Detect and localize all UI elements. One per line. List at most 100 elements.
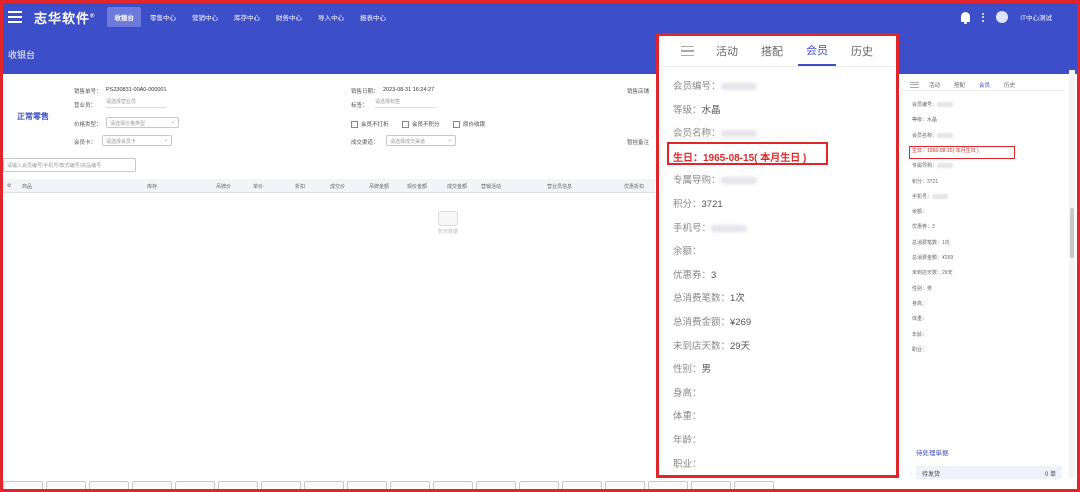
checkbox-box[interactable] xyxy=(402,120,409,128)
page-header: 收银台 xyxy=(0,34,1080,74)
tab[interactable]: 搭配 xyxy=(761,37,783,65)
member-field-row: 总消费笔数：1次 xyxy=(673,290,745,304)
column-header: 吊牌金额 xyxy=(369,184,390,190)
column-header: 优惠折扣 xyxy=(624,184,645,190)
deal-source-select[interactable]: 请选择成交渠道 ⌄ xyxy=(386,135,456,146)
bottom-action-button[interactable] xyxy=(175,481,215,491)
bottom-action-button[interactable] xyxy=(433,481,473,491)
field-label: 会员名称： xyxy=(912,132,938,139)
checkbox-no-discount[interactable]: 会员不打折 xyxy=(351,120,389,128)
column-header: 库存 xyxy=(147,184,158,190)
checkbox-no-points[interactable]: 会员不积分 xyxy=(402,120,440,128)
bottom-action-button[interactable] xyxy=(46,481,86,491)
price-type-select[interactable]: 请选择价格类型 ⌄ xyxy=(106,117,179,128)
column-header: 成交金额 xyxy=(447,184,468,190)
nav-item[interactable]: 零售中心 xyxy=(143,7,183,27)
field-label: 总消费笔数： xyxy=(673,293,731,305)
more-vertical-icon[interactable] xyxy=(982,12,985,22)
sale-no-label: 销售单号： xyxy=(74,89,102,95)
chevron-down-icon: ⌄ xyxy=(170,119,175,125)
price-type-placeholder: 请选择价格类型 xyxy=(110,121,146,127)
bell-icon[interactable] xyxy=(961,12,971,24)
nav-item[interactable]: 库存中心 xyxy=(227,7,267,27)
field-label: 手机号： xyxy=(912,193,933,200)
deal-source-label: 成交渠道： xyxy=(351,140,379,146)
bottom-action-button[interactable] xyxy=(132,481,172,491)
field-label: 等级： xyxy=(673,104,702,116)
bottom-action-button[interactable] xyxy=(218,481,258,491)
page-title: 收银台 xyxy=(8,50,36,60)
avatar[interactable] xyxy=(996,11,1009,23)
bottom-action-button[interactable] xyxy=(519,481,559,491)
brand-logo: 志华软件® xyxy=(34,8,95,27)
tab[interactable]: 会员 xyxy=(979,81,990,89)
tag-select[interactable]: 请选择标签 xyxy=(375,98,435,108)
bottom-action-button[interactable] xyxy=(605,481,645,491)
tab[interactable]: 历史 xyxy=(851,37,873,65)
bottom-action-button[interactable] xyxy=(347,481,387,491)
member-field-row: 手机号： xyxy=(912,193,949,200)
nav-item[interactable]: 报表中心 xyxy=(353,7,393,27)
redacted-value xyxy=(937,163,954,169)
hamburger-menu-icon[interactable] xyxy=(8,11,22,23)
tab[interactable]: 历史 xyxy=(1004,81,1015,89)
tab[interactable]: 活动 xyxy=(929,81,940,89)
tab[interactable]: 活动 xyxy=(716,37,738,65)
member-field-row: 优惠券：3 xyxy=(912,223,935,230)
bottom-action-button[interactable] xyxy=(562,481,602,491)
nav-item[interactable]: 导入中心 xyxy=(311,7,351,27)
sale-date-label: 销售日期： xyxy=(351,89,379,95)
bottom-action-button[interactable] xyxy=(3,481,43,491)
bottom-action-button[interactable] xyxy=(691,481,731,491)
field-label: 体重： xyxy=(912,316,928,323)
brand-name: 志华软件 xyxy=(34,10,91,26)
scrollbar-track[interactable] xyxy=(1069,70,1075,478)
column-header: 商品 xyxy=(22,184,33,190)
list-menu-icon[interactable] xyxy=(681,45,694,57)
deal-source-placeholder: 请选择成交渠道 xyxy=(390,139,426,145)
username[interactable]: IT中心测试 xyxy=(1020,12,1052,22)
field-label: 积分： xyxy=(912,178,928,185)
nav-item[interactable]: 营销中心 xyxy=(185,7,225,27)
member-field-row: 年龄： xyxy=(912,331,927,338)
tab[interactable]: 搭配 xyxy=(954,81,965,89)
sale-type-label[interactable]: 正常零售 xyxy=(17,111,49,122)
bottom-action-button[interactable] xyxy=(734,481,774,491)
column-header: 营销活动 xyxy=(481,184,502,190)
settings-gear-icon[interactable]: ⚙ xyxy=(7,183,11,189)
column-header: 营业员信息 xyxy=(547,184,573,190)
member-field-row: 年龄： xyxy=(673,432,702,446)
field-label: 余额： xyxy=(912,209,928,216)
checkbox-box[interactable] xyxy=(453,120,460,128)
bottom-action-button[interactable] xyxy=(390,481,430,491)
member-field-row: 手机号： xyxy=(673,220,748,234)
bottom-action-button[interactable] xyxy=(476,481,516,491)
nav-item[interactable]: 财务中心 xyxy=(269,7,309,27)
bottom-action-button[interactable] xyxy=(304,481,344,491)
bottom-button-bar xyxy=(3,481,823,491)
field-value: ¥269 xyxy=(942,255,954,261)
field-value: 29天 xyxy=(942,270,953,277)
tab[interactable]: 会员 xyxy=(798,36,836,66)
field-value: 1次 xyxy=(942,239,950,246)
business-select[interactable]: 请选择营业员 xyxy=(106,98,166,108)
top-nav-bar: 志华软件® 收银台 零售中心 营销中心 库存中心 财务中心 导入中心 报表中心 IT中心测试 xyxy=(0,0,1080,34)
list-menu-icon[interactable] xyxy=(910,81,919,88)
member-card-select[interactable]: 请选择会员卡 ⌄ xyxy=(102,135,172,146)
member-field-row: 积分：3721 xyxy=(912,178,938,185)
checkbox-box[interactable] xyxy=(351,120,358,128)
member-field-row: 职业： xyxy=(912,346,927,353)
pending-docs-row[interactable]: 待发货 0 单 xyxy=(916,466,1062,479)
bottom-action-button[interactable] xyxy=(648,481,688,491)
bottom-action-button[interactable] xyxy=(261,481,301,491)
field-label: 年龄： xyxy=(673,435,702,446)
field-label: 体重： xyxy=(673,411,702,423)
bottom-action-button[interactable] xyxy=(89,481,129,491)
search-input[interactable]: 请输入会员编号/手机号/款式编号/货品编号 xyxy=(3,158,136,172)
checkbox-original-price[interactable]: 原价收银 xyxy=(453,120,485,128)
nav-item[interactable]: 收银台 xyxy=(107,7,141,27)
pending-docs-title: 待处理单据 xyxy=(916,450,949,457)
scrollbar-thumb[interactable] xyxy=(1070,208,1074,258)
member-field-row: 余额： xyxy=(912,208,927,215)
field-label: 专属导购： xyxy=(912,163,938,170)
